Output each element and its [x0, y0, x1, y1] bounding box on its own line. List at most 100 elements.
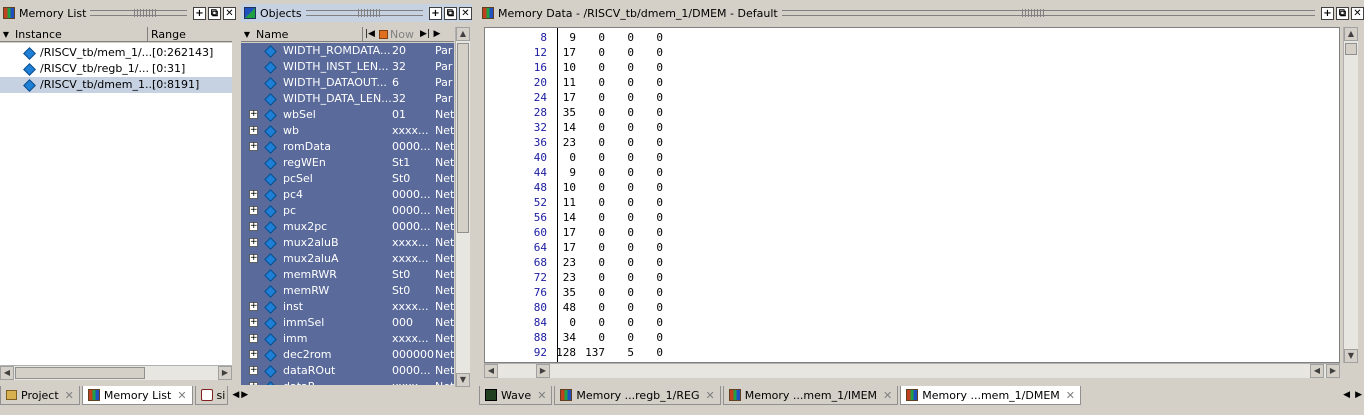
tab-memory-list[interactable]: Memory List ✕: [81, 386, 193, 405]
prev-time-icon[interactable]: |◀: [363, 29, 377, 39]
object-row[interactable]: + romData 0000... Net: [241, 139, 454, 155]
object-row[interactable]: regWEn St1 Net: [241, 155, 454, 171]
memory-row[interactable]: 88 34 0 0 0: [485, 330, 667, 345]
object-row[interactable]: WIDTH_DATA_LEN... 32 Par: [241, 91, 452, 107]
memory-value[interactable]: 0: [609, 315, 638, 330]
memory-value[interactable]: 0: [580, 315, 609, 330]
memory-row[interactable]: 68 23 0 0 0: [485, 255, 667, 270]
memory-value[interactable]: 0: [638, 45, 667, 60]
memory-value[interactable]: 0: [580, 60, 609, 75]
memory-row[interactable]: 20 11 0 0 0: [485, 75, 667, 90]
object-row[interactable]: + imm xxxx... Net: [241, 331, 454, 347]
object-row[interactable]: + mux2aluB xxxx... Net: [241, 235, 454, 251]
memory-value[interactable]: 0: [580, 210, 609, 225]
scroll-up-icon[interactable]: ▲: [1344, 27, 1358, 41]
scroll-thumb[interactable]: [457, 43, 469, 233]
expand-icon[interactable]: +: [249, 142, 258, 151]
object-row[interactable]: + pc 0000... Net: [241, 203, 454, 219]
object-row[interactable]: + dec2rom 000000 Net: [241, 347, 454, 363]
memory-value[interactable]: 0: [638, 225, 667, 240]
memory-row[interactable]: 12 17 0 0 0: [485, 45, 667, 60]
close-tab-icon[interactable]: ✕: [883, 389, 892, 402]
memory-row[interactable]: 52 11 0 0 0: [485, 195, 667, 210]
memory-row[interactable]: 28 35 0 0 0: [485, 105, 667, 120]
memory-value[interactable]: 0: [609, 300, 638, 315]
memory-value[interactable]: 0: [638, 120, 667, 135]
expand-icon[interactable]: +: [249, 110, 258, 119]
scroll-right-icon[interactable]: ▶: [536, 364, 550, 378]
tab-memory-imem[interactable]: Memory ...mem_1/IMEM ✕: [722, 386, 899, 405]
expand-icon[interactable]: +: [249, 254, 258, 263]
memory-value[interactable]: 0: [580, 45, 609, 60]
memory-row[interactable]: 36 23 0 0 0: [485, 135, 667, 150]
tab-memory-reg[interactable]: Memory ...regb_1/REG ✕: [554, 386, 721, 405]
sort-arrow-icon[interactable]: ▼: [241, 30, 253, 39]
tab-project[interactable]: Project ✕: [0, 386, 80, 405]
memory-data-hscroll[interactable]: ◀ ▶ ◀ ▶: [484, 363, 1340, 378]
memory-row[interactable]: 80 48 0 0 0: [485, 300, 667, 315]
objects-vscroll[interactable]: ▲ ▼: [455, 27, 470, 387]
drag-grip[interactable]: [781, 9, 1315, 17]
memory-value[interactable]: 0: [580, 165, 609, 180]
memory-value[interactable]: 0: [609, 135, 638, 150]
column-instance[interactable]: Instance: [12, 26, 148, 42]
memory-value[interactable]: 0: [609, 240, 638, 255]
undock-icon[interactable]: ⧉: [444, 6, 457, 20]
expand-icon[interactable]: +: [249, 302, 258, 311]
memory-value[interactable]: 0: [609, 165, 638, 180]
memory-value[interactable]: 0: [580, 195, 609, 210]
memory-value[interactable]: 10: [551, 60, 580, 75]
memory-value[interactable]: 0: [638, 165, 667, 180]
memory-value[interactable]: 14: [551, 120, 580, 135]
memory-data-vscroll[interactable]: ▲ ▼: [1343, 27, 1358, 363]
close-icon[interactable]: ✕: [459, 6, 472, 20]
scroll-thumb[interactable]: [1345, 43, 1357, 55]
tab-scroll-right-icon[interactable]: ▶: [241, 386, 248, 406]
memory-value[interactable]: 0: [638, 60, 667, 75]
expand-icon[interactable]: +: [249, 126, 258, 135]
memory-value[interactable]: 0: [638, 180, 667, 195]
memory-value[interactable]: 0: [609, 270, 638, 285]
memory-row[interactable]: 72 23 0 0 0: [485, 270, 667, 285]
scroll-up-icon[interactable]: ▲: [456, 27, 470, 41]
undock-icon[interactable]: ⧉: [1336, 6, 1349, 20]
memory-value[interactable]: 0: [580, 105, 609, 120]
more-icon[interactable]: ▶: [432, 29, 442, 39]
object-row[interactable]: memRW St0 Net: [241, 283, 454, 299]
memory-value[interactable]: 0: [551, 150, 580, 165]
memory-value[interactable]: 0: [638, 135, 667, 150]
memory-value[interactable]: 0: [580, 330, 609, 345]
memory-value[interactable]: 0: [609, 150, 638, 165]
memory-value[interactable]: 0: [638, 300, 667, 315]
drag-grip[interactable]: [90, 9, 187, 17]
memory-value[interactable]: 0: [580, 255, 609, 270]
add-icon[interactable]: +: [1321, 6, 1334, 20]
memory-value[interactable]: 0: [638, 270, 667, 285]
object-row[interactable]: WIDTH_DATAOUT... 6 Par: [241, 75, 452, 91]
memory-value[interactable]: 35: [551, 105, 580, 120]
memory-value[interactable]: 9: [551, 30, 580, 45]
column-range[interactable]: Range: [148, 27, 232, 42]
expand-icon[interactable]: +: [249, 382, 258, 385]
memory-list-row[interactable]: /RISCV_tb/regb_1/... [0:31]: [0, 61, 232, 77]
tab-sim[interactable]: si: [194, 386, 229, 405]
memory-value[interactable]: 5: [609, 345, 638, 360]
memory-value[interactable]: 0: [638, 105, 667, 120]
expand-icon[interactable]: +: [249, 190, 258, 199]
memory-value[interactable]: 0: [609, 195, 638, 210]
scroll-right-icon[interactable]: ▶: [1326, 364, 1340, 378]
memory-value[interactable]: 0: [638, 345, 667, 360]
close-tab-icon[interactable]: ✕: [177, 389, 186, 402]
object-row[interactable]: + pc4 0000... Net: [241, 187, 454, 203]
memory-value[interactable]: 17: [551, 90, 580, 105]
memory-value[interactable]: 17: [551, 240, 580, 255]
memory-value[interactable]: 0: [580, 150, 609, 165]
object-row[interactable]: + mux2aluA xxxx... Net: [241, 251, 454, 267]
memory-value[interactable]: 0: [609, 90, 638, 105]
memory-value[interactable]: 17: [551, 45, 580, 60]
scroll-down-icon[interactable]: ▼: [456, 373, 470, 387]
memory-value[interactable]: 0: [638, 90, 667, 105]
close-tab-icon[interactable]: ✕: [1066, 389, 1075, 402]
memory-value[interactable]: 23: [551, 255, 580, 270]
memory-value[interactable]: 0: [638, 30, 667, 45]
